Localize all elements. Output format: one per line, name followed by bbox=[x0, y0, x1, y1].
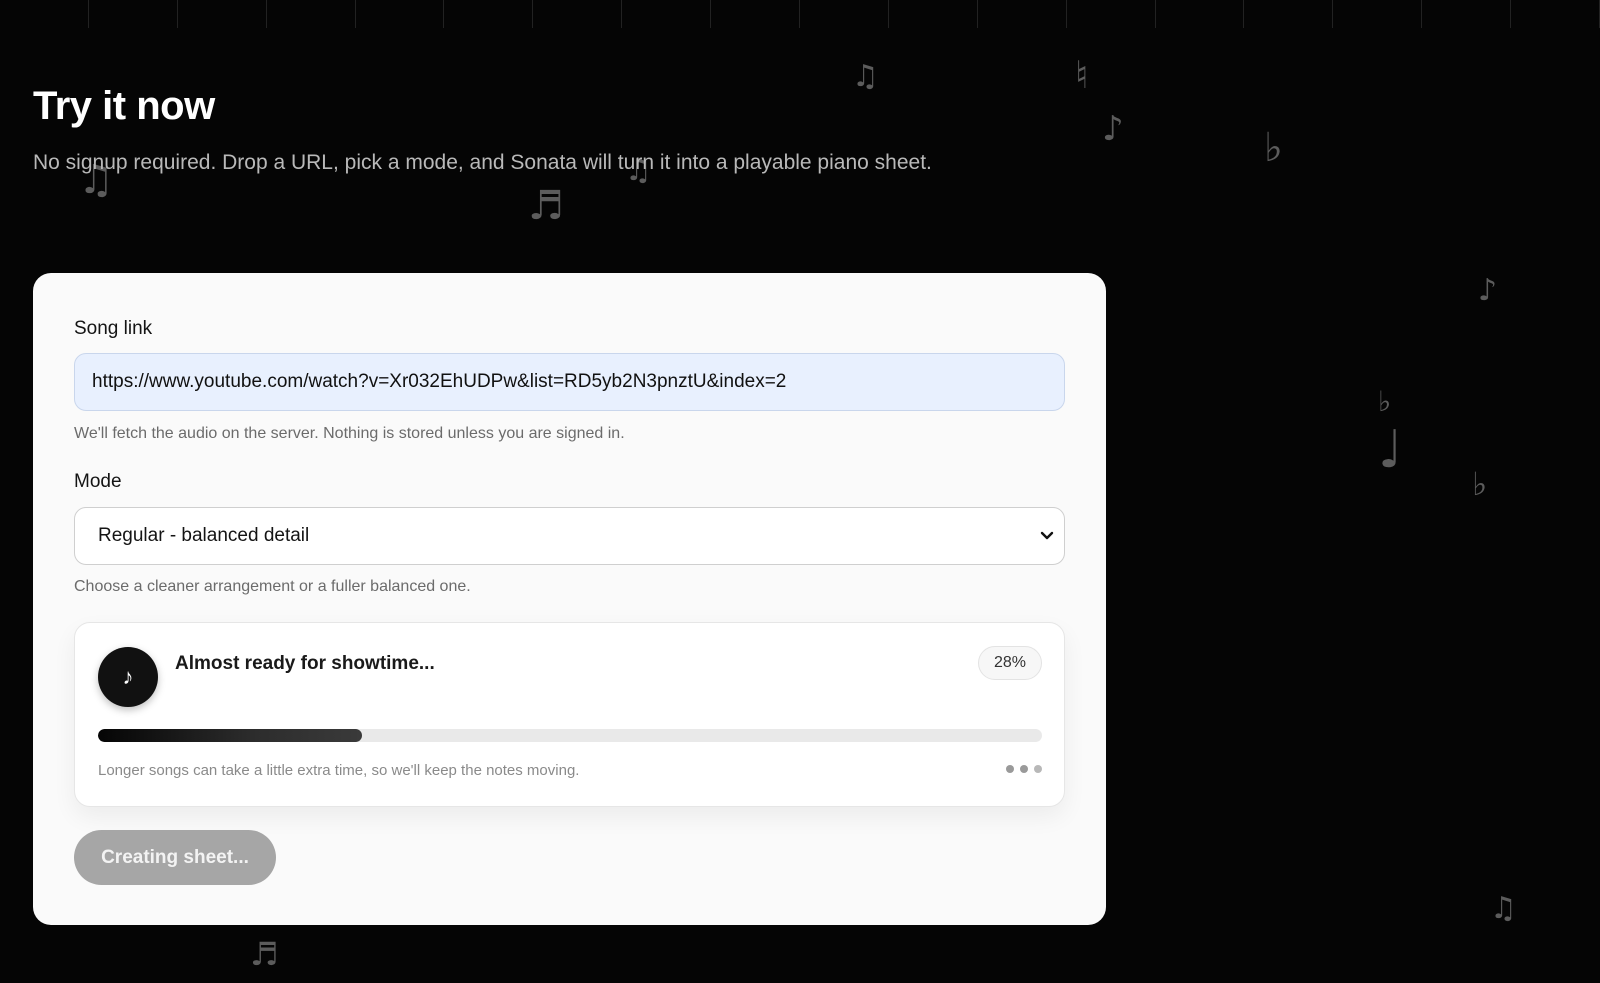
chevron-down-icon bbox=[1040, 531, 1054, 540]
floating-note-icon: ♫ bbox=[852, 59, 879, 94]
mode-select[interactable]: Regular - balanced detail bbox=[74, 507, 1065, 565]
loading-dots-icon bbox=[1006, 765, 1042, 773]
music-note-icon: ♪ bbox=[98, 647, 158, 707]
song-link-label: Song link bbox=[74, 318, 153, 339]
floating-flat-icon: ♭ bbox=[1264, 125, 1283, 171]
song-link-input[interactable] bbox=[74, 353, 1065, 411]
song-link-hint: We'll fetch the audio on the server. Not… bbox=[74, 425, 625, 442]
progress-track bbox=[98, 729, 1042, 742]
mode-selected-value: Regular - balanced detail bbox=[98, 525, 310, 546]
progress-status: Almost ready for showtime... bbox=[175, 653, 435, 674]
floating-note-icon: ♪ bbox=[1478, 273, 1498, 308]
mode-label: Mode bbox=[74, 471, 122, 492]
floating-natural-icon: ♮ bbox=[1075, 53, 1089, 97]
converter-card: Song link We'll fetch the audio on the s… bbox=[33, 273, 1106, 925]
floating-beamed-note-icon: ♬ bbox=[528, 183, 564, 229]
floating-note-icon: ♫ bbox=[1490, 891, 1517, 926]
floating-flat-icon: ♭ bbox=[1472, 465, 1488, 503]
progress-percent-badge: 28% bbox=[977, 646, 1042, 680]
page-subtitle: No signup required. Drop a URL, pick a m… bbox=[33, 151, 932, 174]
progress-hint: Longer songs can take a little extra tim… bbox=[98, 762, 580, 779]
piano-key-strip bbox=[0, 0, 1600, 28]
progress-panel: ♪ Almost ready for showtime... 28% Longe… bbox=[74, 622, 1065, 807]
mode-hint: Choose a cleaner arrangement or a fuller… bbox=[74, 578, 471, 595]
progress-fill bbox=[98, 729, 363, 742]
floating-quarter-note-icon: ♩ bbox=[1378, 420, 1403, 480]
floating-beamed-note-icon: ♬ bbox=[250, 935, 279, 973]
page-title: Try it now bbox=[33, 84, 215, 128]
floating-flat-icon: ♭ bbox=[1378, 385, 1392, 418]
create-sheet-button[interactable]: Creating sheet... bbox=[74, 830, 276, 885]
floating-note-icon: ♪ bbox=[1102, 109, 1124, 149]
